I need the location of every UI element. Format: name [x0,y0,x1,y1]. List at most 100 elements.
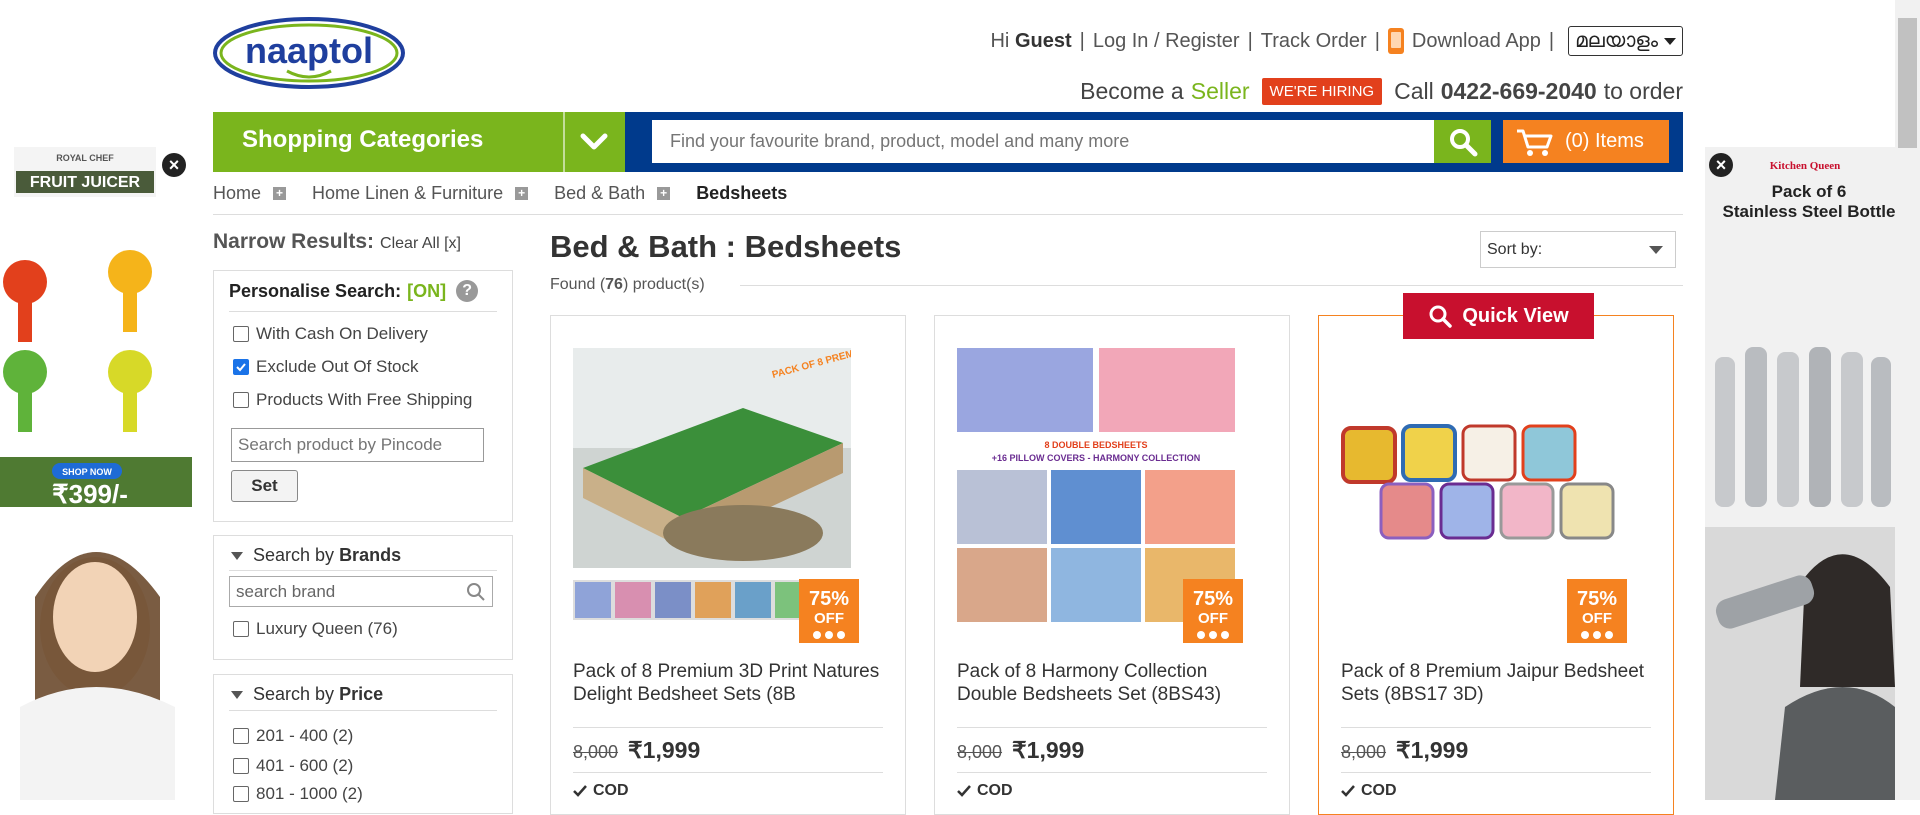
divider [573,772,883,773]
breadcrumb-bed-bath[interactable]: Bed & Bath [554,183,645,204]
ad-title: FRUIT JUICER [30,174,141,191]
clear-all-link[interactable]: Clear All [x] [380,235,461,252]
magnifier-icon [1429,305,1453,328]
top-links: Hi Guest | Log In / Register | Track Ord… [900,26,1683,56]
chevron-down-icon[interactable] [578,128,610,156]
check-icon [1341,785,1355,797]
divider [1341,727,1651,728]
ad-title-line2: Stainless Steel Bottle [1723,202,1895,221]
cod-tag: COD [957,782,1013,800]
plus-icon[interactable]: + [515,186,529,200]
check-icon [957,785,971,797]
juicer-ad-image: ROYAL CHEF FRUIT JUICER SHOP NOW ₹399/- [0,147,192,800]
ad-brand: ROYAL CHEF [56,153,114,163]
checkbox-checked[interactable] [233,359,249,375]
triangle-down-icon [231,690,243,699]
price-filter[interactable]: 201 - 400 (2) [233,726,353,746]
cod-tag: COD [573,782,629,800]
checkbox[interactable] [233,758,249,774]
personalise-state[interactable]: [ON] [407,281,446,302]
chevron-down-icon [1664,37,1676,45]
cart-button[interactable]: (0) Items [1503,120,1669,163]
check-icon [573,785,587,797]
cart-count: (0) Items [1565,130,1644,152]
logo-text: naaptol [245,30,373,71]
track-order-link[interactable]: Track Order [1261,30,1367,53]
divider [1341,772,1651,773]
result-count: Found (76) product(s) [550,276,705,293]
cart-icon [1517,129,1553,156]
product-name[interactable]: Pack of 8 Premium 3D Print Natures Delig… [573,660,883,708]
sort-by-select[interactable]: Sort by: [1480,231,1676,268]
product-price: 8,000 ₹1,999 [1341,737,1469,763]
divider [740,285,1683,286]
filter-free-shipping[interactable]: Products With Free Shipping [233,390,472,410]
search-button[interactable] [1434,120,1491,163]
search-icon [467,582,485,601]
personalise-search-title: Personalise Search: [ON]? [229,280,479,302]
search-icon [1449,128,1477,156]
discount-badge: 75% OFF [1183,579,1243,643]
seller-callout: Become a Seller WE'RE HIRING Call 0422-6… [1080,77,1683,105]
brands-heading[interactable]: Search by Brands [231,545,401,566]
svg-text:8 DOUBLE BEDSHEETS: 8 DOUBLE BEDSHEETS [1044,440,1147,450]
plus-icon[interactable]: + [273,186,287,200]
close-icon[interactable]: × [1709,153,1733,177]
ad-brand: Kitchen Queen [1770,160,1841,172]
divider [573,727,883,728]
close-icon[interactable]: × [162,153,186,177]
quick-view-button[interactable]: Quick View [1403,293,1594,339]
right-side-ad[interactable]: Kitchen Queen Pack of 6 Stainless Steel … [1705,147,1895,800]
narrow-results-heading: Narrow Results: Clear All [x] [213,230,461,253]
divider [229,311,497,312]
check-icon [236,363,246,372]
divider [957,772,1267,773]
greeting: Hi Guest [990,29,1072,52]
checkbox[interactable] [233,728,249,744]
scrollbar-thumb[interactable] [1898,18,1917,148]
become-seller-link[interactable]: Seller [1191,78,1250,105]
filter-exclude-out-of-stock[interactable]: Exclude Out Of Stock [233,357,419,377]
checkbox[interactable] [233,326,249,342]
breadcrumb-current: Bedsheets [696,182,788,203]
set-pincode-button[interactable]: Set [231,470,298,502]
product-price: 8,000 ₹1,999 [573,737,701,763]
breadcrumb-home[interactable]: Home [213,183,261,204]
language-select[interactable]: മലയാളം [1568,26,1683,56]
filter-cod[interactable]: With Cash On Delivery [233,324,428,344]
divider [229,570,497,571]
call-number: 0422-669-2040 [1440,77,1597,104]
breadcrumb-home-linen[interactable]: Home Linen & Furniture [312,183,503,204]
login-register-link[interactable]: Log In / Register [1093,30,1240,53]
help-icon[interactable]: ? [456,280,479,302]
chevron-down-icon [1649,245,1663,254]
ad-shop-now: SHOP NOW [62,467,112,477]
discount-badge: 75% OFF [1567,579,1627,643]
product-name[interactable]: Pack of 8 Harmony Collection Double Beds… [957,660,1267,708]
price-heading[interactable]: Search by Price [231,684,383,705]
breadcrumb: Home + Home Linen & Furniture + Bed & Bath… [213,180,787,206]
checkbox[interactable] [233,392,249,408]
divider [229,710,497,711]
triangle-down-icon [231,551,243,560]
divider [563,112,565,172]
search-input[interactable] [652,120,1434,163]
plus-icon[interactable]: + [657,186,671,200]
price-filter[interactable]: 801 - 1000 (2) [233,784,363,804]
naaptol-logo[interactable]: naaptol [213,17,406,89]
discount-badge: 75% OFF [799,579,859,643]
pincode-input[interactable] [231,428,484,462]
bottle-ad-image: Kitchen Queen Pack of 6 Stainless Steel … [1705,147,1895,800]
brand-luxury-queen[interactable]: Luxury Queen (76) [233,619,398,639]
checkbox[interactable] [233,621,249,637]
price-filter[interactable]: 401 - 600 (2) [233,756,353,776]
download-app-link[interactable]: Download App [1387,28,1541,54]
hiring-badge[interactable]: WE'RE HIRING [1261,77,1383,105]
product-name[interactable]: Pack of 8 Premium Jaipur Bedsheet Sets (… [1341,660,1651,708]
cod-tag: COD [1341,782,1397,800]
ad-title-line1: Pack of 6 [1772,182,1847,201]
page-title: Bed & Bath : Bedsheets [550,229,902,264]
left-side-ad[interactable]: ROYAL CHEF FRUIT JUICER SHOP NOW ₹399/- … [0,147,192,800]
shopping-categories-label: Shopping Categories [242,126,484,153]
brand-search-input[interactable]: search brand [229,576,493,607]
